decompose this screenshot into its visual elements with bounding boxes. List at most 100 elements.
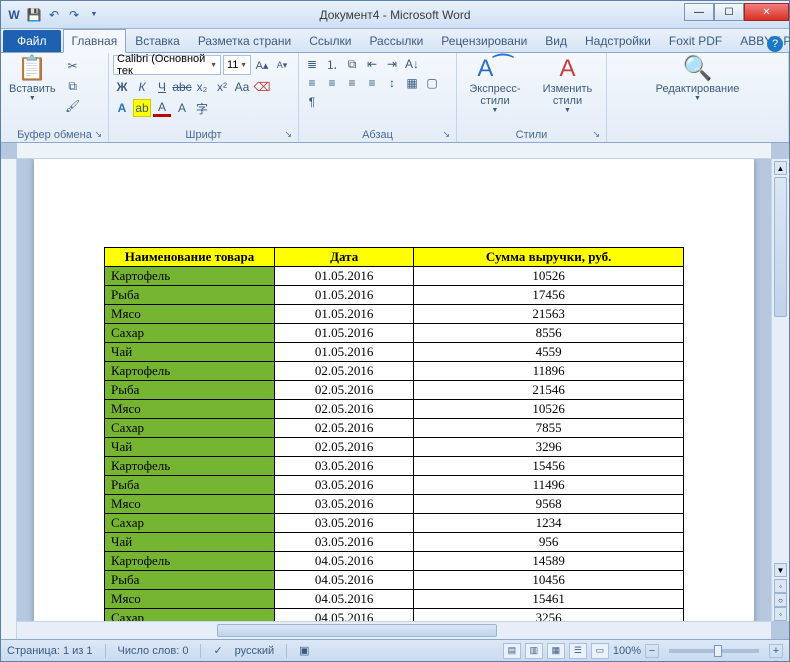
italic-icon[interactable]: К [133,78,151,96]
table-cell[interactable]: 04.05.2016 [275,590,414,609]
table-cell[interactable]: Картофель [105,552,275,571]
table-cell[interactable]: 9568 [414,495,684,514]
ruler-vertical[interactable] [1,159,17,639]
subscript-icon[interactable]: x₂ [193,78,211,96]
table-cell[interactable]: 1234 [414,514,684,533]
align-right-icon[interactable]: ≡ [343,74,361,92]
table-cell[interactable]: Мясо [105,400,275,419]
table-row[interactable]: Мясо02.05.201610526 [105,400,684,419]
table-cell[interactable]: 02.05.2016 [275,438,414,457]
highlight-icon[interactable]: ab [133,99,151,117]
table-cell[interactable]: Картофель [105,362,275,381]
zoom-slider-knob[interactable] [714,645,722,657]
scrollbar-vertical[interactable]: ▲ ▼ ◦ ○ ◦ [771,159,789,621]
table-cell[interactable]: 7855 [414,419,684,438]
multilevel-icon[interactable]: ⧉ [343,55,361,73]
table-row[interactable]: Сахар04.05.20163256 [105,609,684,622]
table-cell[interactable]: Рыба [105,571,275,590]
maximize-button[interactable]: ☐ [714,3,744,21]
table-row[interactable]: Рыба02.05.201621546 [105,381,684,400]
save-icon[interactable]: 💾 [25,6,43,24]
table-cell[interactable]: 15456 [414,457,684,476]
help-icon[interactable]: ? [767,36,783,52]
tab-1[interactable]: Вставка [126,29,189,52]
table-row[interactable]: Сахар03.05.20161234 [105,514,684,533]
copy-icon[interactable]: ⧉ [64,77,82,95]
dialog-launcher-icon[interactable]: ↘ [592,129,600,140]
zoom-value[interactable]: 100% [613,645,641,657]
table-cell[interactable]: 4559 [414,343,684,362]
tab-6[interactable]: Вид [536,29,576,52]
align-center-icon[interactable]: ≡ [323,74,341,92]
borders-icon[interactable]: ▢ [423,74,441,92]
table-row[interactable]: Чай01.05.20164559 [105,343,684,362]
show-marks-icon[interactable]: ¶ [303,93,321,111]
table-cell[interactable]: Рыба [105,381,275,400]
table-cell[interactable]: 01.05.2016 [275,343,414,362]
line-spacing-icon[interactable]: ↕ [383,74,401,92]
table-cell[interactable]: Мясо [105,495,275,514]
table-cell[interactable]: 03.05.2016 [275,457,414,476]
table-cell[interactable]: Сахар [105,324,275,343]
table-cell[interactable]: 21546 [414,381,684,400]
word-count[interactable]: Число слов: 0 [118,645,189,657]
strike-icon[interactable]: abc [173,78,191,96]
draft-view-icon[interactable]: ▭ [591,643,609,659]
table-cell[interactable]: 03.05.2016 [275,533,414,552]
qat-custom-icon[interactable]: ▼ [85,6,103,24]
table-cell[interactable]: Чай [105,533,275,552]
table-cell[interactable]: Сахар [105,514,275,533]
grow-font-icon[interactable]: A▴ [253,56,271,74]
ruler-horizontal[interactable] [17,143,771,159]
dialog-launcher-icon[interactable]: ↘ [442,129,450,140]
dialog-launcher-icon[interactable]: ↘ [94,129,102,140]
table-cell[interactable]: 01.05.2016 [275,324,414,343]
tab-7[interactable]: Надстройки [576,29,660,52]
table-cell[interactable]: Сахар [105,609,275,622]
table-cell[interactable]: 17456 [414,286,684,305]
shrink-font-icon[interactable]: A▾ [273,56,291,74]
text-effects-icon[interactable]: A [113,99,131,117]
table-cell[interactable]: 02.05.2016 [275,400,414,419]
table-cell[interactable]: 11896 [414,362,684,381]
tab-4[interactable]: Рассылки [360,29,432,52]
table-row[interactable]: Мясо03.05.20169568 [105,495,684,514]
table-cell[interactable]: Рыба [105,476,275,495]
spell-check-icon[interactable]: ✓ [213,644,222,657]
table-cell[interactable]: 21563 [414,305,684,324]
sort-icon[interactable]: A↓ [403,55,421,73]
font-name-combo[interactable]: Calibri (Основной тек▼ [113,55,221,75]
table-cell[interactable]: 03.05.2016 [275,476,414,495]
numbering-icon[interactable]: ⒈ [323,55,341,73]
page-status[interactable]: Страница: 1 из 1 [7,645,93,657]
cut-icon[interactable]: ✂ [64,57,82,75]
file-tab[interactable]: Файл [3,30,61,52]
outline-view-icon[interactable]: ☰ [569,643,587,659]
table-cell[interactable]: 01.05.2016 [275,286,414,305]
table-cell[interactable]: 3296 [414,438,684,457]
table-row[interactable]: Рыба03.05.201611496 [105,476,684,495]
tab-2[interactable]: Разметка страни [189,29,300,52]
table-row[interactable]: Мясо04.05.201615461 [105,590,684,609]
align-left-icon[interactable]: ≡ [303,74,321,92]
fullscreen-reading-view-icon[interactable]: ▥ [525,643,543,659]
prev-page-icon[interactable]: ◦ [774,579,787,593]
bullets-icon[interactable]: ≣ [303,55,321,73]
format-painter-icon[interactable]: 🖌 [64,97,82,115]
font-size-combo[interactable]: 11▼ [223,55,251,75]
table-row[interactable]: Картофель04.05.201614589 [105,552,684,571]
table-cell[interactable]: Чай [105,343,275,362]
table-cell[interactable]: 03.05.2016 [275,495,414,514]
table-row[interactable]: Картофель02.05.201611896 [105,362,684,381]
clear-format-icon[interactable]: ⌫ [253,78,271,96]
table-cell[interactable]: 10526 [414,400,684,419]
language-status[interactable]: русский [235,645,274,657]
shading-icon[interactable]: ▦ [403,74,421,92]
enclose-char-icon[interactable]: 字 [193,99,211,117]
express-styles-button[interactable]: A⁀ Экспресс-стили ▼ [461,55,529,116]
superscript-icon[interactable]: x² [213,78,231,96]
table-cell[interactable]: 10526 [414,267,684,286]
next-page-icon[interactable]: ◦ [774,607,787,621]
table-cell[interactable]: Мясо [105,590,275,609]
zoom-out-button[interactable]: − [645,644,659,658]
